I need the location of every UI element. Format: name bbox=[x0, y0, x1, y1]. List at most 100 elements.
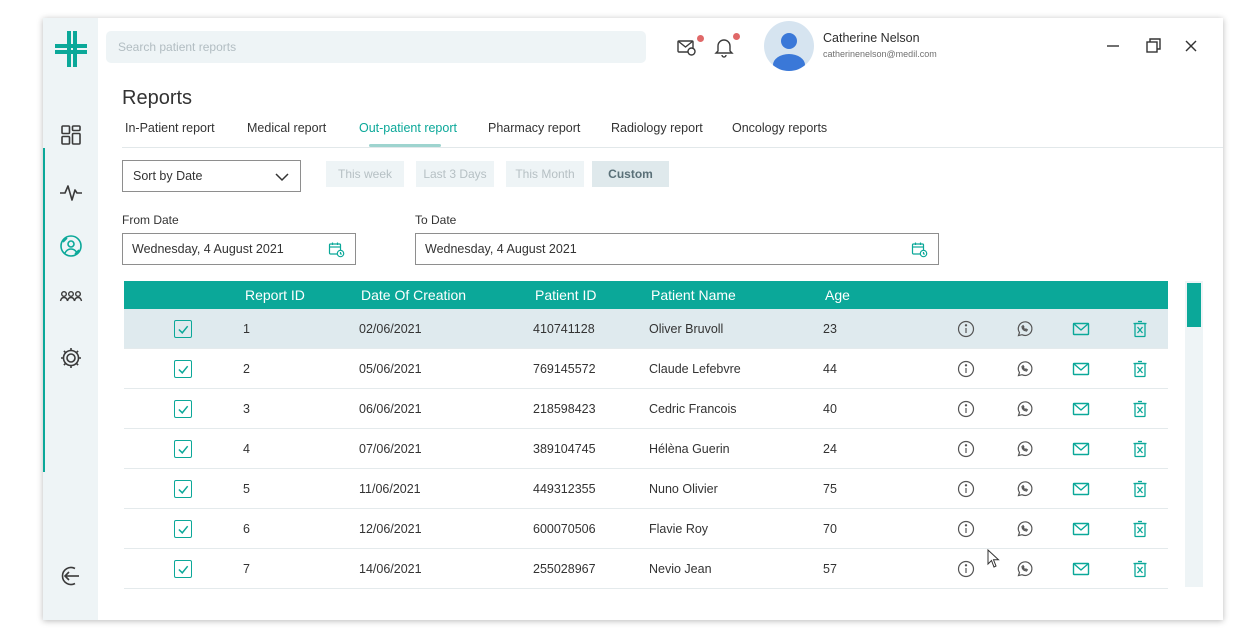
report-id-cell: 1 bbox=[243, 322, 250, 336]
delete-icon[interactable] bbox=[1131, 560, 1149, 578]
table-header: Report ID Date Of Creation Patient ID Pa… bbox=[124, 281, 1168, 309]
table-row[interactable]: 2 05/06/2021 769145572 Claude Lefebvre 44 bbox=[124, 349, 1168, 389]
table-row[interactable]: 4 07/06/2021 389104745 Hélèna Guerin 24 bbox=[124, 429, 1168, 469]
row-checkbox[interactable] bbox=[174, 400, 192, 418]
sidebar bbox=[43, 18, 98, 620]
patient-id-cell: 600070506 bbox=[533, 522, 596, 536]
whatsapp-icon[interactable] bbox=[1015, 360, 1033, 378]
from-date-field[interactable]: Wednesday, 4 August 2021 bbox=[122, 233, 356, 265]
tab-pharmacy[interactable]: Pharmacy report bbox=[488, 121, 580, 135]
delete-icon[interactable] bbox=[1131, 480, 1149, 498]
row-checkbox[interactable] bbox=[174, 360, 192, 378]
column-report-id[interactable]: Report ID bbox=[245, 287, 305, 303]
mail-icon[interactable] bbox=[1072, 440, 1090, 458]
search-input[interactable] bbox=[106, 31, 646, 63]
calendar-icon[interactable] bbox=[328, 241, 345, 258]
chevron-down-icon bbox=[275, 173, 289, 182]
patients-icon[interactable] bbox=[59, 284, 83, 308]
to-date-label: To Date bbox=[415, 213, 457, 227]
whatsapp-icon[interactable] bbox=[1015, 320, 1033, 338]
mail-icon[interactable] bbox=[1072, 520, 1090, 538]
age-cell: 75 bbox=[823, 482, 837, 496]
tab-medical[interactable]: Medical report bbox=[247, 121, 326, 135]
row-checkbox[interactable] bbox=[174, 520, 192, 538]
row-checkbox[interactable] bbox=[174, 320, 192, 338]
mail-icon[interactable] bbox=[1072, 560, 1090, 578]
report-id-cell: 6 bbox=[243, 522, 250, 536]
whatsapp-icon[interactable] bbox=[1015, 520, 1033, 538]
period-custom[interactable]: Custom bbox=[592, 161, 669, 187]
whatsapp-icon[interactable] bbox=[1015, 440, 1033, 458]
to-date-field[interactable]: Wednesday, 4 August 2021 bbox=[415, 233, 939, 265]
row-checkbox[interactable] bbox=[174, 440, 192, 458]
delete-icon[interactable] bbox=[1131, 520, 1149, 538]
mail-icon[interactable] bbox=[1072, 400, 1090, 418]
sort-select[interactable]: Sort by Date bbox=[122, 160, 301, 192]
calendar-icon[interactable] bbox=[911, 241, 928, 258]
tabs-divider bbox=[122, 147, 1223, 148]
period-this-month[interactable]: This Month bbox=[506, 161, 584, 187]
logout-icon[interactable] bbox=[59, 564, 83, 588]
period-this-week[interactable]: This week bbox=[326, 161, 404, 187]
info-icon[interactable] bbox=[957, 520, 975, 538]
avatar[interactable] bbox=[764, 21, 814, 71]
info-icon[interactable] bbox=[957, 440, 975, 458]
tab-in-patient[interactable]: In-Patient report bbox=[125, 121, 215, 135]
info-icon[interactable] bbox=[957, 400, 975, 418]
table-row[interactable]: 6 12/06/2021 600070506 Flavie Roy 70 bbox=[124, 509, 1168, 549]
reports-icon[interactable] bbox=[59, 234, 83, 258]
info-icon[interactable] bbox=[957, 480, 975, 498]
patient-id-cell: 389104745 bbox=[533, 442, 596, 456]
patient-id-cell: 255028967 bbox=[533, 562, 596, 576]
close-icon[interactable] bbox=[1181, 36, 1201, 56]
scrollbar-thumb[interactable] bbox=[1187, 283, 1201, 327]
user-email: catherinenelson@medil.com bbox=[823, 49, 937, 59]
restore-icon[interactable] bbox=[1143, 36, 1163, 56]
period-last-3-days[interactable]: Last 3 Days bbox=[416, 161, 494, 187]
whatsapp-icon[interactable] bbox=[1015, 560, 1033, 578]
report-id-cell: 3 bbox=[243, 402, 250, 416]
patient-name-cell: Hélèna Guerin bbox=[649, 442, 730, 456]
patient-id-cell: 218598423 bbox=[533, 402, 596, 416]
mail-icon[interactable] bbox=[1072, 320, 1090, 338]
table-row[interactable]: 1 02/06/2021 410741128 Oliver Bruvoll 23 bbox=[124, 309, 1168, 349]
tab-out-patient[interactable]: Out-patient report bbox=[359, 121, 457, 135]
notifications-icon[interactable] bbox=[713, 36, 735, 58]
report-id-cell: 7 bbox=[243, 562, 250, 576]
tab-oncology[interactable]: Oncology reports bbox=[732, 121, 827, 135]
dashboard-icon[interactable] bbox=[59, 123, 83, 147]
from-date-value: Wednesday, 4 August 2021 bbox=[132, 242, 284, 256]
patient-id-cell: 769145572 bbox=[533, 362, 596, 376]
delete-icon[interactable] bbox=[1131, 320, 1149, 338]
whatsapp-icon[interactable] bbox=[1015, 480, 1033, 498]
minimize-icon[interactable] bbox=[1103, 36, 1123, 56]
info-icon[interactable] bbox=[957, 360, 975, 378]
whatsapp-icon[interactable] bbox=[1015, 400, 1033, 418]
user-name: Catherine Nelson bbox=[823, 31, 920, 45]
column-date-of-creation[interactable]: Date Of Creation bbox=[361, 287, 466, 303]
table-row[interactable]: 7 14/06/2021 255028967 Nevio Jean 57 bbox=[124, 549, 1168, 589]
age-cell: 24 bbox=[823, 442, 837, 456]
date-cell: 07/06/2021 bbox=[359, 442, 422, 456]
messages-icon[interactable] bbox=[676, 36, 698, 58]
column-patient-name[interactable]: Patient Name bbox=[651, 287, 736, 303]
info-icon[interactable] bbox=[957, 560, 975, 578]
tab-radiology[interactable]: Radiology report bbox=[611, 121, 703, 135]
settings-icon[interactable] bbox=[59, 346, 83, 370]
date-cell: 05/06/2021 bbox=[359, 362, 422, 376]
column-patient-id[interactable]: Patient ID bbox=[535, 287, 596, 303]
delete-icon[interactable] bbox=[1131, 360, 1149, 378]
table-row[interactable]: 5 11/06/2021 449312355 Nuno Olivier 75 bbox=[124, 469, 1168, 509]
mail-icon[interactable] bbox=[1072, 480, 1090, 498]
delete-icon[interactable] bbox=[1131, 440, 1149, 458]
mail-icon[interactable] bbox=[1072, 360, 1090, 378]
row-checkbox[interactable] bbox=[174, 560, 192, 578]
row-checkbox[interactable] bbox=[174, 480, 192, 498]
age-cell: 44 bbox=[823, 362, 837, 376]
info-icon[interactable] bbox=[957, 320, 975, 338]
delete-icon[interactable] bbox=[1131, 400, 1149, 418]
pulse-icon[interactable] bbox=[59, 180, 83, 204]
app-window: Catherine Nelson catherinenelson@medil.c… bbox=[43, 18, 1223, 620]
column-age[interactable]: Age bbox=[825, 287, 850, 303]
table-row[interactable]: 3 06/06/2021 218598423 Cedric Francois 40 bbox=[124, 389, 1168, 429]
